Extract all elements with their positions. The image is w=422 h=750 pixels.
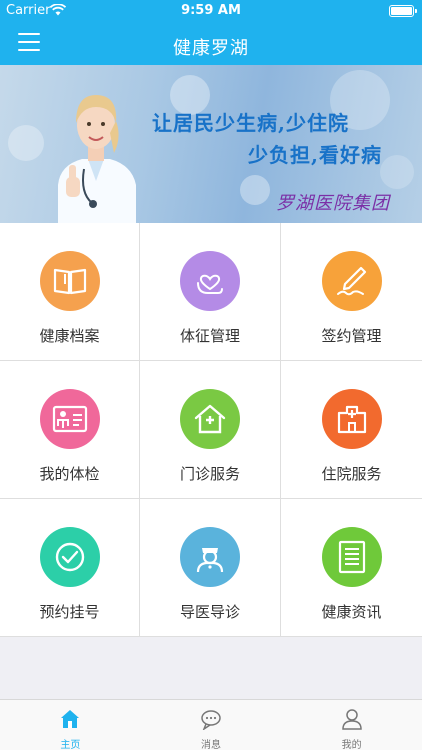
grid-item-vital-signs[interactable]: 体征管理 bbox=[140, 223, 281, 361]
banner-slogan-line2: 少负担,看好病 bbox=[248, 143, 382, 167]
clinic-house-icon bbox=[180, 389, 240, 449]
grid-item-outpatient-service[interactable]: 门诊服务 bbox=[140, 361, 281, 499]
grid-item-label: 预约挂号 bbox=[39, 603, 100, 621]
grid-item-label: 体征管理 bbox=[179, 327, 240, 345]
id-card-icon bbox=[39, 389, 100, 449]
nurse-icon bbox=[180, 527, 240, 587]
grid-item-label: 健康档案 bbox=[39, 327, 100, 345]
bottom-tab-bar: 主页 消息 我的 bbox=[0, 699, 422, 750]
grid-item-my-checkup[interactable]: 我的体检 bbox=[0, 361, 140, 499]
feature-grid: 健康档案 体征管理 签约管理 我的体检 门诊服务 住院服务 预约挂号 导医导诊 … bbox=[0, 223, 422, 637]
grid-item-label: 签约管理 bbox=[321, 327, 382, 345]
doctor-illustration bbox=[58, 95, 136, 223]
tab-label: 消息 bbox=[201, 740, 221, 750]
chat-bubble-icon bbox=[201, 710, 221, 730]
status-time: 9:59 AM bbox=[181, 3, 241, 18]
hospital-building-icon bbox=[321, 389, 382, 449]
grid-item-label: 健康资讯 bbox=[321, 603, 382, 621]
grid-item-appointment[interactable]: 预约挂号 bbox=[0, 499, 140, 637]
clock-icon bbox=[39, 527, 100, 587]
promo-banner[interactable]: 让居民少生病,少住院 少负担,看好病 罗湖医院集团 bbox=[0, 65, 422, 223]
grid-item-medical-guide[interactable]: 导医导诊 bbox=[140, 499, 281, 637]
grid-item-contract-management[interactable]: 签约管理 bbox=[281, 223, 422, 361]
tab-mine[interactable]: 我的 bbox=[281, 700, 422, 750]
grid-item-health-news[interactable]: 健康资讯 bbox=[281, 499, 422, 637]
banner-organization: 罗湖医院集团 bbox=[276, 193, 390, 214]
tab-label: 我的 bbox=[341, 740, 362, 750]
tab-label: 主页 bbox=[60, 740, 81, 750]
status-bar: Carrier 9:59 AM bbox=[0, 0, 422, 22]
grid-item-label: 导医导诊 bbox=[179, 603, 240, 621]
page-title: 健康罗湖 bbox=[173, 38, 249, 59]
app-header: Carrier 9:59 AM 健康罗湖 bbox=[0, 0, 422, 65]
battery-icon bbox=[389, 5, 417, 17]
person-icon bbox=[341, 709, 362, 730]
tab-home[interactable]: 主页 bbox=[0, 700, 141, 750]
grid-item-label: 门诊服务 bbox=[179, 465, 240, 483]
heart-hand-icon bbox=[180, 251, 240, 311]
document-icon bbox=[321, 527, 382, 587]
book-icon bbox=[39, 251, 100, 311]
home-icon bbox=[61, 710, 80, 728]
grid-item-label: 我的体检 bbox=[39, 465, 100, 483]
pen-sign-icon bbox=[321, 251, 382, 311]
banner-slogan-line1: 让居民少生病,少住院 bbox=[152, 111, 349, 135]
grid-item-health-records[interactable]: 健康档案 bbox=[0, 223, 140, 361]
grid-item-label: 住院服务 bbox=[321, 465, 382, 483]
grid-item-inpatient-service[interactable]: 住院服务 bbox=[281, 361, 422, 499]
tab-messages[interactable]: 消息 bbox=[141, 700, 282, 750]
